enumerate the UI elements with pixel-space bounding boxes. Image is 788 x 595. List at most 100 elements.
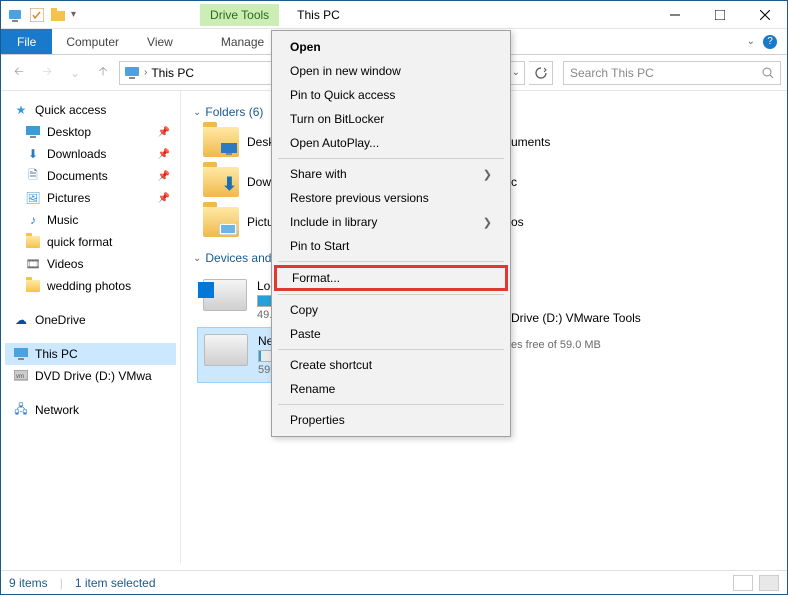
folder-videos[interactable]: os [483, 207, 733, 237]
window-controls [652, 1, 787, 29]
new-folder-icon[interactable] [49, 5, 69, 25]
thispc-icon [13, 346, 29, 362]
partial-label: c [511, 175, 517, 189]
status-selected-count: 1 item selected [75, 576, 156, 590]
close-button[interactable] [742, 1, 787, 29]
help-icon[interactable]: ? [763, 35, 777, 49]
menu-item-restore-previous-versions[interactable]: Restore previous versions [272, 186, 510, 210]
pin-icon: 📌 [158, 171, 170, 182]
network-icon: 🖧 [13, 402, 29, 418]
menu-separator [278, 349, 504, 350]
view-details-button[interactable] [733, 575, 753, 591]
chevron-right-icon[interactable]: › [144, 67, 147, 78]
status-item-count: 9 items [9, 576, 48, 590]
menu-item-create-shortcut[interactable]: Create shortcut [272, 353, 510, 377]
window-title: This PC [297, 8, 340, 22]
recent-dropdown-icon[interactable]: ⌄ [63, 61, 87, 85]
folder-music[interactable]: c [483, 167, 733, 197]
chevron-down-icon: ⌄ [193, 253, 201, 264]
app-icon [5, 5, 25, 25]
sidebar-item-desktop[interactable]: Desktop📌 [5, 121, 176, 143]
menu-item-rename[interactable]: Rename [272, 377, 510, 401]
menu-separator [278, 404, 504, 405]
menu-item-turn-on-bitlocker[interactable]: Turn on BitLocker [272, 107, 510, 131]
thispc-icon [124, 66, 140, 80]
star-icon: ★ [13, 102, 29, 118]
sidebar-item-downloads[interactable]: ⬇Downloads📌 [5, 143, 176, 165]
desktop-icon [25, 124, 41, 140]
pictures-icon: 🖼 [25, 190, 41, 206]
menu-item-open[interactable]: Open [272, 35, 510, 59]
folder-documents[interactable]: Documents uments [483, 127, 733, 157]
sidebar-item-onedrive[interactable]: ☁OneDrive [5, 309, 176, 331]
menu-item-open-autoplay[interactable]: Open AutoPlay... [272, 131, 510, 155]
dvd-icon: vm [13, 368, 29, 384]
menu-separator [278, 294, 504, 295]
pin-icon: 📌 [158, 193, 170, 204]
address-dropdown-icon[interactable]: ⌄ [512, 67, 520, 78]
tab-manage[interactable]: Manage [207, 29, 278, 54]
menu-item-copy[interactable]: Copy [272, 298, 510, 322]
partial-label: os [511, 215, 524, 229]
tab-view[interactable]: View [133, 29, 187, 54]
menu-item-open-in-new-window[interactable]: Open in new window [272, 59, 510, 83]
quick-access-header[interactable]: ★ Quick access [5, 99, 176, 121]
chevron-right-icon: ❯ [483, 168, 492, 181]
tab-computer[interactable]: Computer [52, 29, 133, 54]
sidebar-item-quickformat[interactable]: quick format [5, 231, 176, 253]
onedrive-icon: ☁ [13, 312, 29, 328]
menu-separator [278, 261, 504, 262]
quick-access-toolbar: ▾ [1, 5, 80, 25]
quick-access-label: Quick access [35, 103, 106, 117]
menu-item-pin-to-start[interactable]: Pin to Start [272, 234, 510, 258]
status-bar: 9 items | 1 item selected [1, 570, 787, 594]
titlebar: ▾ Drive Tools This PC [1, 1, 787, 29]
sidebar-item-wedding[interactable]: wedding photos [5, 275, 176, 297]
view-icons-button[interactable] [759, 575, 779, 591]
chevron-right-icon: ❯ [483, 216, 492, 229]
sidebar-item-thispc[interactable]: This PC [5, 343, 176, 365]
search-input[interactable]: Search This PC [563, 61, 781, 85]
search-icon [762, 67, 774, 79]
drive-dvd-sub: es free of 59.0 MB [511, 339, 641, 351]
forward-button[interactable]: 🡢 [35, 61, 59, 85]
menu-item-format[interactable]: Format... [274, 265, 508, 291]
partial-label: uments [511, 135, 550, 149]
chevron-down-icon: ⌄ [193, 107, 201, 118]
address-location: This PC [151, 66, 194, 80]
sidebar-item-pictures[interactable]: 🖼Pictures📌 [5, 187, 176, 209]
back-button[interactable]: 🡠 [7, 61, 31, 85]
sidebar-item-dvd[interactable]: vmDVD Drive (D:) VMwa [5, 365, 176, 387]
drive-tools-badge: Drive Tools [200, 4, 279, 26]
sidebar-item-network[interactable]: 🖧Network [5, 399, 176, 421]
menu-item-paste[interactable]: Paste [272, 322, 510, 346]
minimize-button[interactable] [652, 1, 697, 29]
sidebar-item-documents[interactable]: 🗎Documents📌 [5, 165, 176, 187]
svg-text:vm: vm [16, 374, 24, 380]
maximize-button[interactable] [697, 1, 742, 29]
up-button[interactable]: 🡡 [91, 61, 115, 85]
folder-icon [203, 127, 239, 157]
sidebar-item-music[interactable]: ♪Music [5, 209, 176, 231]
download-icon: ⬇ [25, 146, 41, 162]
drive-icon [204, 334, 248, 366]
menu-item-share-with[interactable]: Share with❯ [272, 162, 510, 186]
qat-dropdown-icon[interactable]: ▾ [71, 9, 76, 20]
ribbon-expand-icon[interactable]: ⌄ [747, 36, 755, 47]
pin-icon: 📌 [158, 149, 170, 160]
sidebar-item-videos[interactable]: 🎞Videos [5, 253, 176, 275]
refresh-button[interactable] [529, 61, 553, 85]
menu-item-pin-to-quick-access[interactable]: Pin to Quick access [272, 83, 510, 107]
menu-item-include-in-library[interactable]: Include in library❯ [272, 210, 510, 234]
file-tab[interactable]: File [1, 29, 52, 54]
folder-icon [25, 234, 41, 250]
folder-icon [25, 278, 41, 294]
music-icon: ♪ [25, 212, 41, 228]
folder-icon [203, 207, 239, 237]
menu-item-properties[interactable]: Properties [272, 408, 510, 432]
navigation-pane: ★ Quick access Desktop📌 ⬇Downloads📌 🗎Doc… [1, 91, 181, 563]
properties-icon[interactable] [27, 5, 47, 25]
drive-dvd-label: Drive (D:) VMware Tools [511, 311, 641, 325]
menu-separator [278, 158, 504, 159]
context-menu: OpenOpen in new windowPin to Quick acces… [271, 30, 511, 437]
